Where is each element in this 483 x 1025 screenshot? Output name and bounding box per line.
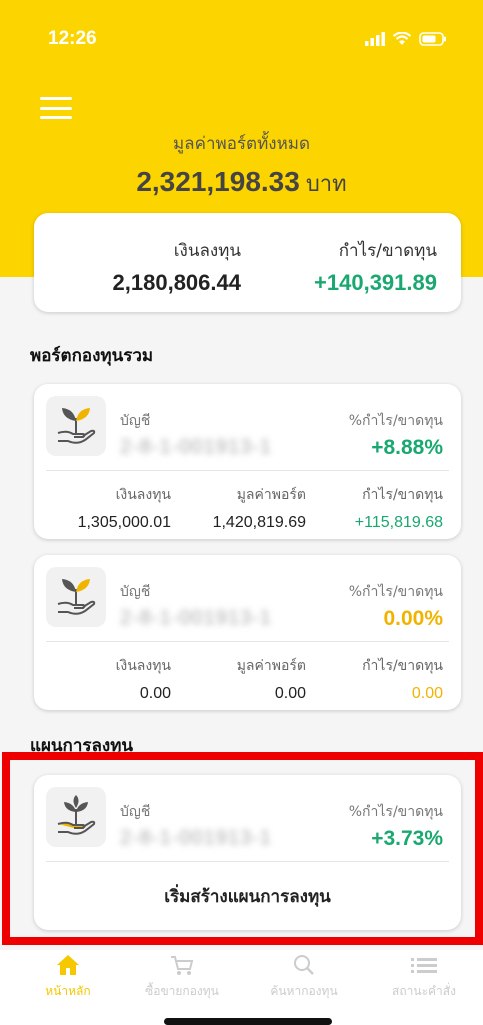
- highlight-box: [2, 752, 483, 945]
- pct-value: +8.88%: [371, 436, 443, 459]
- signal-icon: [365, 32, 385, 46]
- portfolio-section-title: พอร์ตกองทุนรวม: [30, 346, 154, 366]
- status-time: 12:26: [48, 28, 97, 49]
- invest-stat: เงินลงทุน 0.00: [116, 655, 171, 703]
- total-value-unit: บาท: [305, 172, 347, 197]
- nav-label: ค้นหากองทุน: [270, 984, 338, 998]
- card-divider: [46, 641, 449, 642]
- bottom-nav: หน้าหลัก ซื้อขายกองทุน ค้นหากองทุน สถานะ…: [0, 950, 483, 1025]
- market-value: 0.00: [274, 685, 306, 702]
- total-portfolio-value: 2,321,198.33 บาท: [0, 166, 483, 201]
- pct-value: 0.00%: [383, 607, 443, 630]
- status-icons: [365, 32, 447, 46]
- wifi-icon: [392, 32, 412, 45]
- card-divider: [46, 470, 449, 471]
- home-indicator: [164, 1018, 332, 1025]
- profit-label: กำไร/ขาดทุน: [338, 241, 437, 261]
- market-stat: มูลค่าพอร์ต 0.00: [237, 655, 306, 703]
- total-value-number: 2,321,198.33: [136, 166, 300, 197]
- summary-card: เงินลงทุน 2,180,806.44 กำไร/ขาดทุน +140,…: [34, 213, 461, 312]
- profit-label: กำไร/ขาดทุน: [362, 487, 443, 503]
- nav-item-orders[interactable]: สถานะคำสั่ง: [364, 950, 483, 1001]
- search-icon: [244, 950, 364, 980]
- nav-item-home[interactable]: หน้าหลัก: [8, 950, 128, 1001]
- invest-value: 0.00: [139, 685, 171, 702]
- hamburger-menu-icon[interactable]: [40, 97, 72, 119]
- invest-label: เงินลงทุน: [173, 241, 241, 261]
- nav-label: หน้าหลัก: [45, 984, 91, 998]
- profit-summary: กำไร/ขาดทุน +140,391.89: [314, 237, 437, 296]
- nav-label: สถานะคำสั่ง: [392, 984, 456, 998]
- invest-label: เงินลงทุน: [115, 658, 171, 674]
- market-stat: มูลค่าพอร์ต 1,420,819.69: [213, 484, 306, 532]
- profit-stat: กำไร/ขาดทุน +115,819.68: [355, 484, 443, 532]
- invest-value: 2,180,806.44: [112, 270, 241, 295]
- market-label: มูลค่าพอร์ต: [236, 658, 306, 674]
- home-icon: [8, 950, 128, 980]
- account-number: 2-8-1-001913-1: [120, 436, 272, 458]
- profit-value: +140,391.89: [314, 270, 437, 295]
- list-icon: [364, 950, 483, 980]
- invest-summary: เงินลงทุน 2,180,806.44: [113, 237, 241, 296]
- fund-card[interactable]: บัญชี 2-8-1-001913-1 %กำไร/ขาดทุน +8.88%…: [34, 384, 461, 539]
- nav-item-search[interactable]: ค้นหากองทุน: [244, 950, 364, 1001]
- nav-item-trade[interactable]: ซื้อขายกองทุน: [122, 950, 242, 1001]
- invest-label: เงินลงทุน: [115, 487, 171, 503]
- account-label: บัญชี: [120, 584, 151, 600]
- plant-icon: [46, 396, 106, 456]
- invest-value: 1,305,000.01: [77, 514, 171, 531]
- invest-stat: เงินลงทุน 1,305,000.01: [78, 484, 171, 532]
- profit-label: กำไร/ขาดทุน: [362, 658, 443, 674]
- battery-icon: [419, 32, 446, 46]
- nav-label: ซื้อขายกองทุน: [145, 984, 219, 998]
- plant-icon: [46, 567, 106, 627]
- profit-value: +115,819.68: [354, 514, 443, 531]
- market-label: มูลค่าพอร์ต: [236, 487, 306, 503]
- fund-card[interactable]: บัญชี 2-8-1-001913-1 %กำไร/ขาดทุน 0.00% …: [34, 555, 461, 710]
- status-bar: 12:26: [0, 28, 483, 56]
- account-label: บัญชี: [120, 413, 151, 429]
- pct-label: %กำไร/ขาดทุน: [348, 413, 443, 429]
- cart-icon: [122, 950, 242, 980]
- profit-stat: กำไร/ขาดทุน 0.00: [362, 655, 443, 703]
- market-value: 1,420,819.69: [212, 514, 306, 531]
- profit-value: 0.00: [411, 685, 443, 702]
- account-number: 2-8-1-001913-1: [120, 607, 272, 629]
- total-portfolio-label: มูลค่าพอร์ตทั้งหมด: [172, 134, 311, 154]
- pct-label: %กำไร/ขาดทุน: [348, 584, 443, 600]
